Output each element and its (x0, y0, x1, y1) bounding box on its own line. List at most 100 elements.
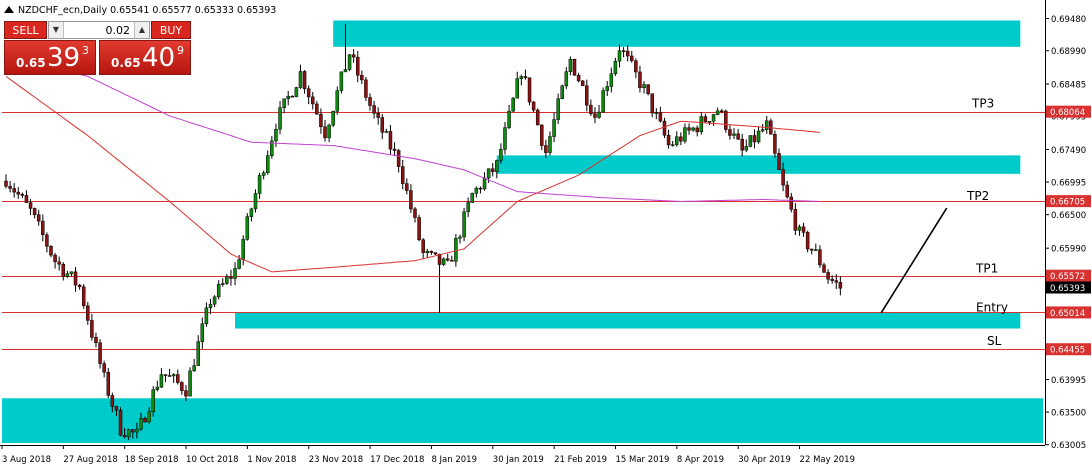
candle-body (814, 249, 818, 251)
candle-body (200, 323, 205, 342)
candle-body (531, 101, 536, 111)
candle-body (748, 135, 753, 147)
x-tick-label: 21 Feb 2019 (554, 455, 607, 465)
symbol-info: NZDCHF_ecn,Daily 0.65541 0.65577 0.65333… (18, 5, 276, 16)
candle-body (106, 371, 110, 396)
candle-body (331, 110, 335, 126)
candle-body (789, 196, 794, 210)
candle-body (69, 271, 74, 274)
x-tick-label: 30 Apr 2019 (738, 455, 791, 465)
candle-body (679, 136, 683, 142)
candle-body (86, 305, 90, 321)
candle-body (257, 175, 262, 194)
x-tick-label: 23 Nov 2018 (309, 455, 363, 465)
candle-body (470, 193, 475, 203)
candle-body (302, 71, 307, 90)
candle-body (764, 120, 769, 130)
candle-body (642, 84, 646, 89)
candle-body (143, 418, 147, 423)
candle-body (495, 160, 499, 172)
sell-price-prefix: 0.65 (16, 56, 46, 70)
candle-body (335, 90, 340, 112)
sell-price-box[interactable]: 0.65 39 3 (4, 40, 96, 75)
candle-body (711, 114, 716, 122)
candle-body (486, 168, 491, 179)
candle-body (691, 127, 695, 131)
level-name: TP3 (971, 97, 994, 111)
candle-body (311, 96, 315, 105)
candle-body (225, 276, 229, 284)
candle-body (752, 135, 757, 143)
buy-price-box[interactable]: 0.65 40 9 (99, 40, 191, 75)
candle-body (670, 144, 675, 146)
current-price-label: 0.65393 (1050, 284, 1085, 294)
chevron-up-icon[interactable]: ▲ (134, 22, 149, 38)
candle-body (413, 208, 417, 218)
candle-body (167, 375, 172, 377)
x-tick-label: 10 Oct 2018 (186, 455, 239, 465)
candle-body (805, 232, 810, 250)
lot-size-input[interactable] (64, 22, 134, 38)
candle-body (728, 129, 732, 136)
candle-body (507, 110, 511, 128)
x-tick-label: 18 Sep 2018 (125, 455, 179, 465)
candle-body (572, 58, 577, 76)
candle-body (114, 406, 119, 411)
candle-body (118, 409, 123, 436)
candle-body (478, 187, 483, 190)
y-tick-label: 0.68990 (1051, 47, 1086, 57)
candle-body (597, 111, 601, 118)
chevron-down-icon[interactable]: ▼ (49, 22, 64, 38)
candle-body (384, 131, 389, 133)
candle-body (740, 138, 744, 151)
lot-size-stepper[interactable]: ▼ ▲ (48, 21, 150, 39)
candle-body (421, 239, 425, 253)
sell-button[interactable]: SELL (4, 21, 47, 39)
candle-body (568, 58, 573, 72)
candle-body (756, 130, 761, 143)
candle-body (147, 411, 151, 423)
candle-body (339, 71, 344, 91)
candle-body (306, 88, 311, 98)
candle-body (744, 146, 749, 151)
candle-body (490, 168, 495, 172)
candle-body (28, 202, 33, 209)
candle-body (184, 390, 188, 397)
candle-body (204, 307, 209, 325)
candle-body (458, 236, 462, 239)
candle-body (441, 258, 446, 265)
candle-body (4, 180, 8, 187)
candle-body (126, 429, 131, 438)
candle-body (380, 117, 385, 133)
candle-body (249, 208, 254, 217)
candle-body (65, 273, 70, 277)
candle-body (638, 71, 642, 89)
candle-body (188, 370, 192, 397)
candle-body (53, 254, 57, 263)
candle-body (41, 220, 45, 236)
candle-body (343, 69, 348, 73)
candle-body (830, 278, 834, 281)
candle-body (781, 169, 785, 186)
candle-body (425, 250, 430, 253)
level-price-label: 0.65572 (1050, 272, 1085, 282)
candle-body (122, 434, 127, 438)
x-tick-label: 3 Aug 2018 (2, 455, 51, 465)
candle-body (580, 80, 585, 86)
candle-body (646, 84, 650, 94)
candle-body (32, 208, 37, 215)
candle-body (695, 127, 699, 133)
candle-body (454, 237, 458, 262)
candle-body (266, 155, 270, 173)
candle-body (261, 172, 266, 176)
candle-body (499, 149, 503, 161)
buy-button[interactable]: BUY (151, 21, 191, 39)
candle-body (445, 258, 450, 261)
candle-body (462, 211, 466, 238)
candle-body (364, 79, 368, 98)
candle-body (666, 134, 671, 146)
candle-body (613, 60, 618, 75)
candle-body (433, 252, 438, 255)
candle-body (94, 337, 98, 343)
x-tick-label: 27 Aug 2018 (63, 455, 117, 465)
